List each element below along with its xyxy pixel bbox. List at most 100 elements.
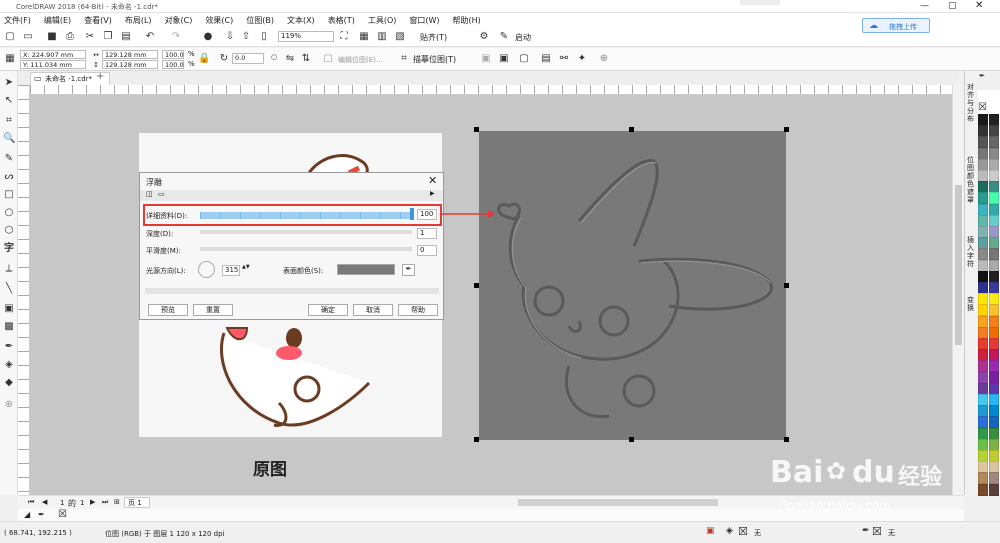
- color-swatch[interactable]: [978, 147, 988, 160]
- bitmap-color-mask-icon[interactable]: ▤: [540, 53, 552, 65]
- color-swatch[interactable]: [989, 226, 999, 238]
- new-tab-icon[interactable]: +: [96, 71, 104, 82]
- color-swatch[interactable]: [978, 438, 988, 451]
- color-swatch[interactable]: [989, 382, 999, 395]
- zoom-select[interactable]: 119%: [278, 31, 334, 42]
- selection-handle[interactable]: [629, 127, 634, 132]
- selection-handle[interactable]: [474, 283, 479, 288]
- dialog-close-icon[interactable]: ✕: [428, 174, 437, 187]
- lock-ratio-icon[interactable]: 🔒: [198, 53, 210, 65]
- save-icon[interactable]: ■: [46, 31, 58, 43]
- snap-to-button[interactable]: 贴齐(T): [420, 32, 447, 43]
- eyedropper-tool-icon[interactable]: ✒: [3, 341, 15, 353]
- color-swatch[interactable]: [978, 394, 988, 406]
- launch-icon[interactable]: ✎: [498, 31, 510, 43]
- crop-tool-icon[interactable]: ⌗: [3, 115, 15, 127]
- color-swatch[interactable]: [989, 405, 999, 418]
- parallel-dimension-icon[interactable]: ⟂: [3, 263, 15, 275]
- menu-help[interactable]: 帮助(H): [453, 15, 481, 26]
- color-swatch[interactable]: [978, 259, 988, 272]
- x-position-field[interactable]: X: 224.907 mm: [20, 50, 86, 59]
- transparency-tool-icon[interactable]: ▩: [3, 321, 15, 333]
- reset-button[interactable]: 重置: [193, 304, 233, 316]
- color-swatch[interactable]: [978, 293, 988, 306]
- color-swatch[interactable]: [978, 315, 988, 328]
- color-swatch[interactable]: [978, 427, 988, 440]
- color-swatch[interactable]: [989, 304, 999, 317]
- color-swatch[interactable]: [978, 192, 988, 205]
- color-swatch[interactable]: [978, 483, 988, 496]
- color-swatch[interactable]: [978, 338, 988, 350]
- color-swatch[interactable]: [989, 315, 999, 328]
- options-gear-icon[interactable]: ⚙: [478, 31, 490, 43]
- menu-object[interactable]: 对象(C): [165, 15, 193, 26]
- menu-bitmaps[interactable]: 位图(B): [246, 15, 274, 26]
- selection-handle[interactable]: [474, 127, 479, 132]
- menu-effects[interactable]: 效果(C): [205, 15, 233, 26]
- color-swatch[interactable]: [989, 181, 999, 194]
- menu-edit[interactable]: 编辑(E): [44, 15, 71, 26]
- cancel-button[interactable]: 取消: [353, 304, 393, 316]
- minimize-icon[interactable]: —: [920, 1, 929, 11]
- last-page-icon[interactable]: ⏭: [102, 498, 108, 507]
- selection-handle[interactable]: [784, 437, 789, 442]
- color-swatch[interactable]: [989, 349, 999, 362]
- depth-input[interactable]: 1: [417, 228, 437, 239]
- docker-tab-color-mask[interactable]: 位图颜色遮罩: [967, 156, 977, 204]
- undo-icon[interactable]: ↶: [144, 31, 156, 43]
- color-swatch[interactable]: [989, 170, 999, 182]
- color-swatch[interactable]: [989, 338, 999, 350]
- color-swatch[interactable]: [989, 438, 999, 451]
- width-field[interactable]: 129.128 mm: [102, 50, 158, 59]
- selection-handle[interactable]: [784, 127, 789, 132]
- color-swatch[interactable]: [978, 136, 988, 149]
- help-button[interactable]: 帮助: [398, 304, 438, 316]
- scale-width-field[interactable]: 100.0: [162, 50, 184, 59]
- menu-table[interactable]: 表格(T): [328, 15, 355, 26]
- color-swatch[interactable]: [989, 416, 999, 429]
- color-swatch[interactable]: [989, 394, 999, 406]
- color-swatch[interactable]: [978, 371, 988, 384]
- palette-eyedropper-icon[interactable]: ✒: [979, 72, 985, 80]
- dual-preview-icon[interactable]: ◫: [146, 190, 153, 198]
- smooth-slider[interactable]: [200, 247, 412, 251]
- scale-height-field[interactable]: 100.0: [162, 60, 184, 69]
- color-swatch[interactable]: [978, 304, 988, 317]
- search-content-icon[interactable]: ●: [202, 31, 214, 43]
- next-page-icon[interactable]: ▶: [90, 498, 95, 506]
- new-icon[interactable]: ▢: [4, 31, 16, 43]
- add-tool-icon[interactable]: ⊕: [3, 399, 15, 411]
- expand-arrow-icon[interactable]: ▶: [430, 190, 435, 197]
- color-swatch[interactable]: [978, 472, 988, 485]
- color-swatch[interactable]: [978, 237, 988, 250]
- color-swatch[interactable]: [978, 181, 988, 194]
- color-swatch[interactable]: [978, 282, 988, 294]
- color-swatch[interactable]: [978, 114, 988, 126]
- freehand-tool-icon[interactable]: ✎: [3, 153, 15, 165]
- smooth-input[interactable]: 0: [417, 245, 437, 256]
- smart-fill-icon[interactable]: ◆: [3, 377, 15, 389]
- text-tool-icon[interactable]: 字: [3, 243, 15, 255]
- y-position-field[interactable]: Y: 111.034 mm: [20, 60, 86, 69]
- menu-file[interactable]: 文件(F): [4, 15, 31, 26]
- connector-tool-icon[interactable]: ╲: [3, 283, 15, 295]
- launch-button[interactable]: 启动: [515, 32, 531, 43]
- color-swatch[interactable]: [978, 214, 988, 227]
- docker-tab-transform[interactable]: 变换: [967, 296, 977, 312]
- color-swatch[interactable]: [989, 158, 999, 171]
- color-proof-icon[interactable]: ▣: [706, 526, 715, 536]
- height-field[interactable]: 129.128 mm: [102, 60, 158, 69]
- full-screen-icon[interactable]: ⛶: [338, 31, 350, 43]
- redo-icon[interactable]: ↷: [170, 31, 182, 43]
- vertical-ruler[interactable]: [18, 85, 30, 495]
- embossed-bitmap[interactable]: [479, 131, 786, 440]
- zoom-tool-icon[interactable]: 🔍: [3, 133, 15, 145]
- publish-pdf-icon[interactable]: ▯: [258, 31, 270, 43]
- copy-icon[interactable]: ❐: [102, 31, 114, 43]
- menu-view[interactable]: 查看(V): [84, 15, 112, 26]
- color-swatch[interactable]: [989, 259, 999, 272]
- docker-tab-insert-char[interactable]: 插入字符: [967, 236, 977, 268]
- vertical-scroll-thumb[interactable]: [955, 185, 962, 345]
- mirror-h-icon[interactable]: ⇋: [284, 53, 296, 65]
- trace-bitmap-button[interactable]: 描摹位图(T): [413, 54, 456, 65]
